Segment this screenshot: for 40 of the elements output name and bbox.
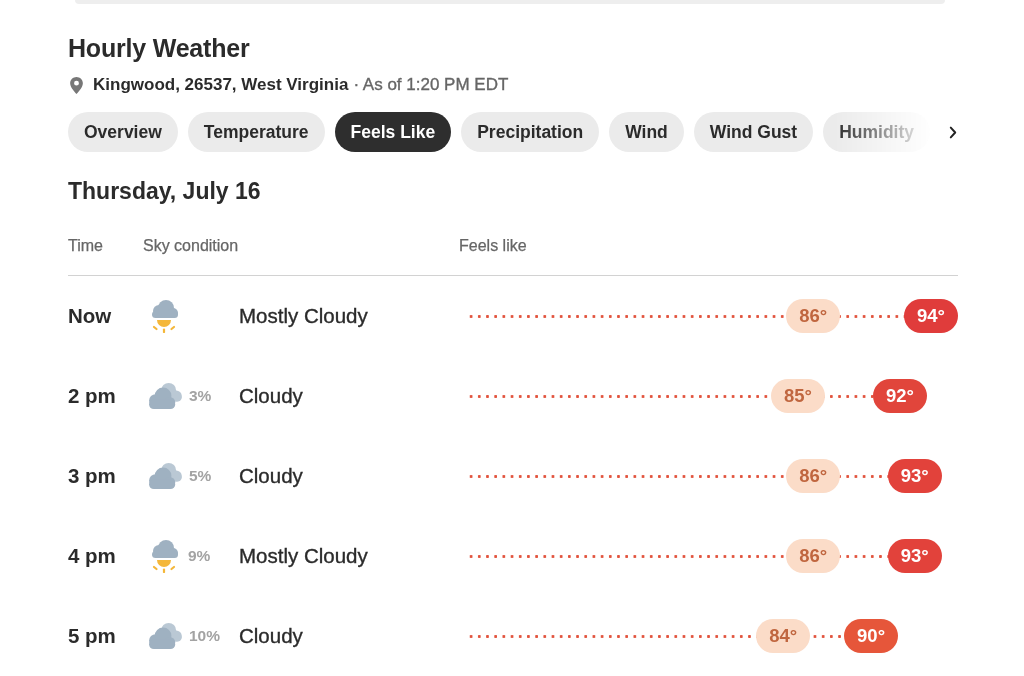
temperature-pill: 86° xyxy=(786,539,841,573)
feels-like-pill: 94° xyxy=(904,299,958,333)
tab[interactable]: Feels Like xyxy=(334,112,452,152)
next-button[interactable] xyxy=(947,124,959,140)
tab[interactable]: Wind xyxy=(609,112,684,152)
time-label: 5 pm xyxy=(68,624,116,648)
feels-like-pill: 90° xyxy=(844,619,899,653)
location-text: Kingwood, 26537, West Virginia xyxy=(93,75,349,95)
column-header: Sky condition xyxy=(143,236,239,256)
column-header: Feels like xyxy=(459,236,527,256)
tab[interactable]: Temperature xyxy=(187,112,325,152)
column-header: Time xyxy=(68,236,103,256)
tab[interactable]: Overview xyxy=(68,112,178,152)
precip-chance: 5% xyxy=(189,467,212,485)
feels-like-pill: 93° xyxy=(887,539,942,573)
chevron-right-icon xyxy=(949,125,957,139)
time-label: Now xyxy=(68,304,112,328)
condition-text: Cloudy xyxy=(239,624,303,648)
temperature-pill: 86° xyxy=(786,459,841,493)
time-label: 3 pm xyxy=(68,464,116,488)
location-pin-icon xyxy=(70,76,83,94)
precip-chance: 10% xyxy=(189,627,221,645)
feels-like-pill: 93° xyxy=(887,459,942,493)
temperature-pill: 86° xyxy=(786,299,841,333)
condition-text: Cloudy xyxy=(239,384,303,408)
temperature-pill: 84° xyxy=(756,619,811,653)
feels-like-pill: 92° xyxy=(873,379,928,413)
date-heading: Thursday, July 16 xyxy=(68,177,262,205)
precip-chance: 9% xyxy=(188,547,211,565)
page-title: Hourly Weather xyxy=(68,33,251,63)
tab[interactable]: Precipitation xyxy=(461,112,600,152)
condition-text: Mostly Cloudy xyxy=(239,304,368,328)
tab[interactable]: Wind Gust xyxy=(693,112,814,152)
temperature-pill: 85° xyxy=(770,379,825,413)
time-label: 2 pm xyxy=(68,384,116,408)
precip-chance: 3% xyxy=(189,387,212,405)
condition-text: Mostly Cloudy xyxy=(239,544,368,568)
condition-text: Cloudy xyxy=(239,464,303,488)
time-label: 4 pm xyxy=(68,544,116,568)
updated-time: · As of 1:20 PM EDT xyxy=(353,75,509,95)
